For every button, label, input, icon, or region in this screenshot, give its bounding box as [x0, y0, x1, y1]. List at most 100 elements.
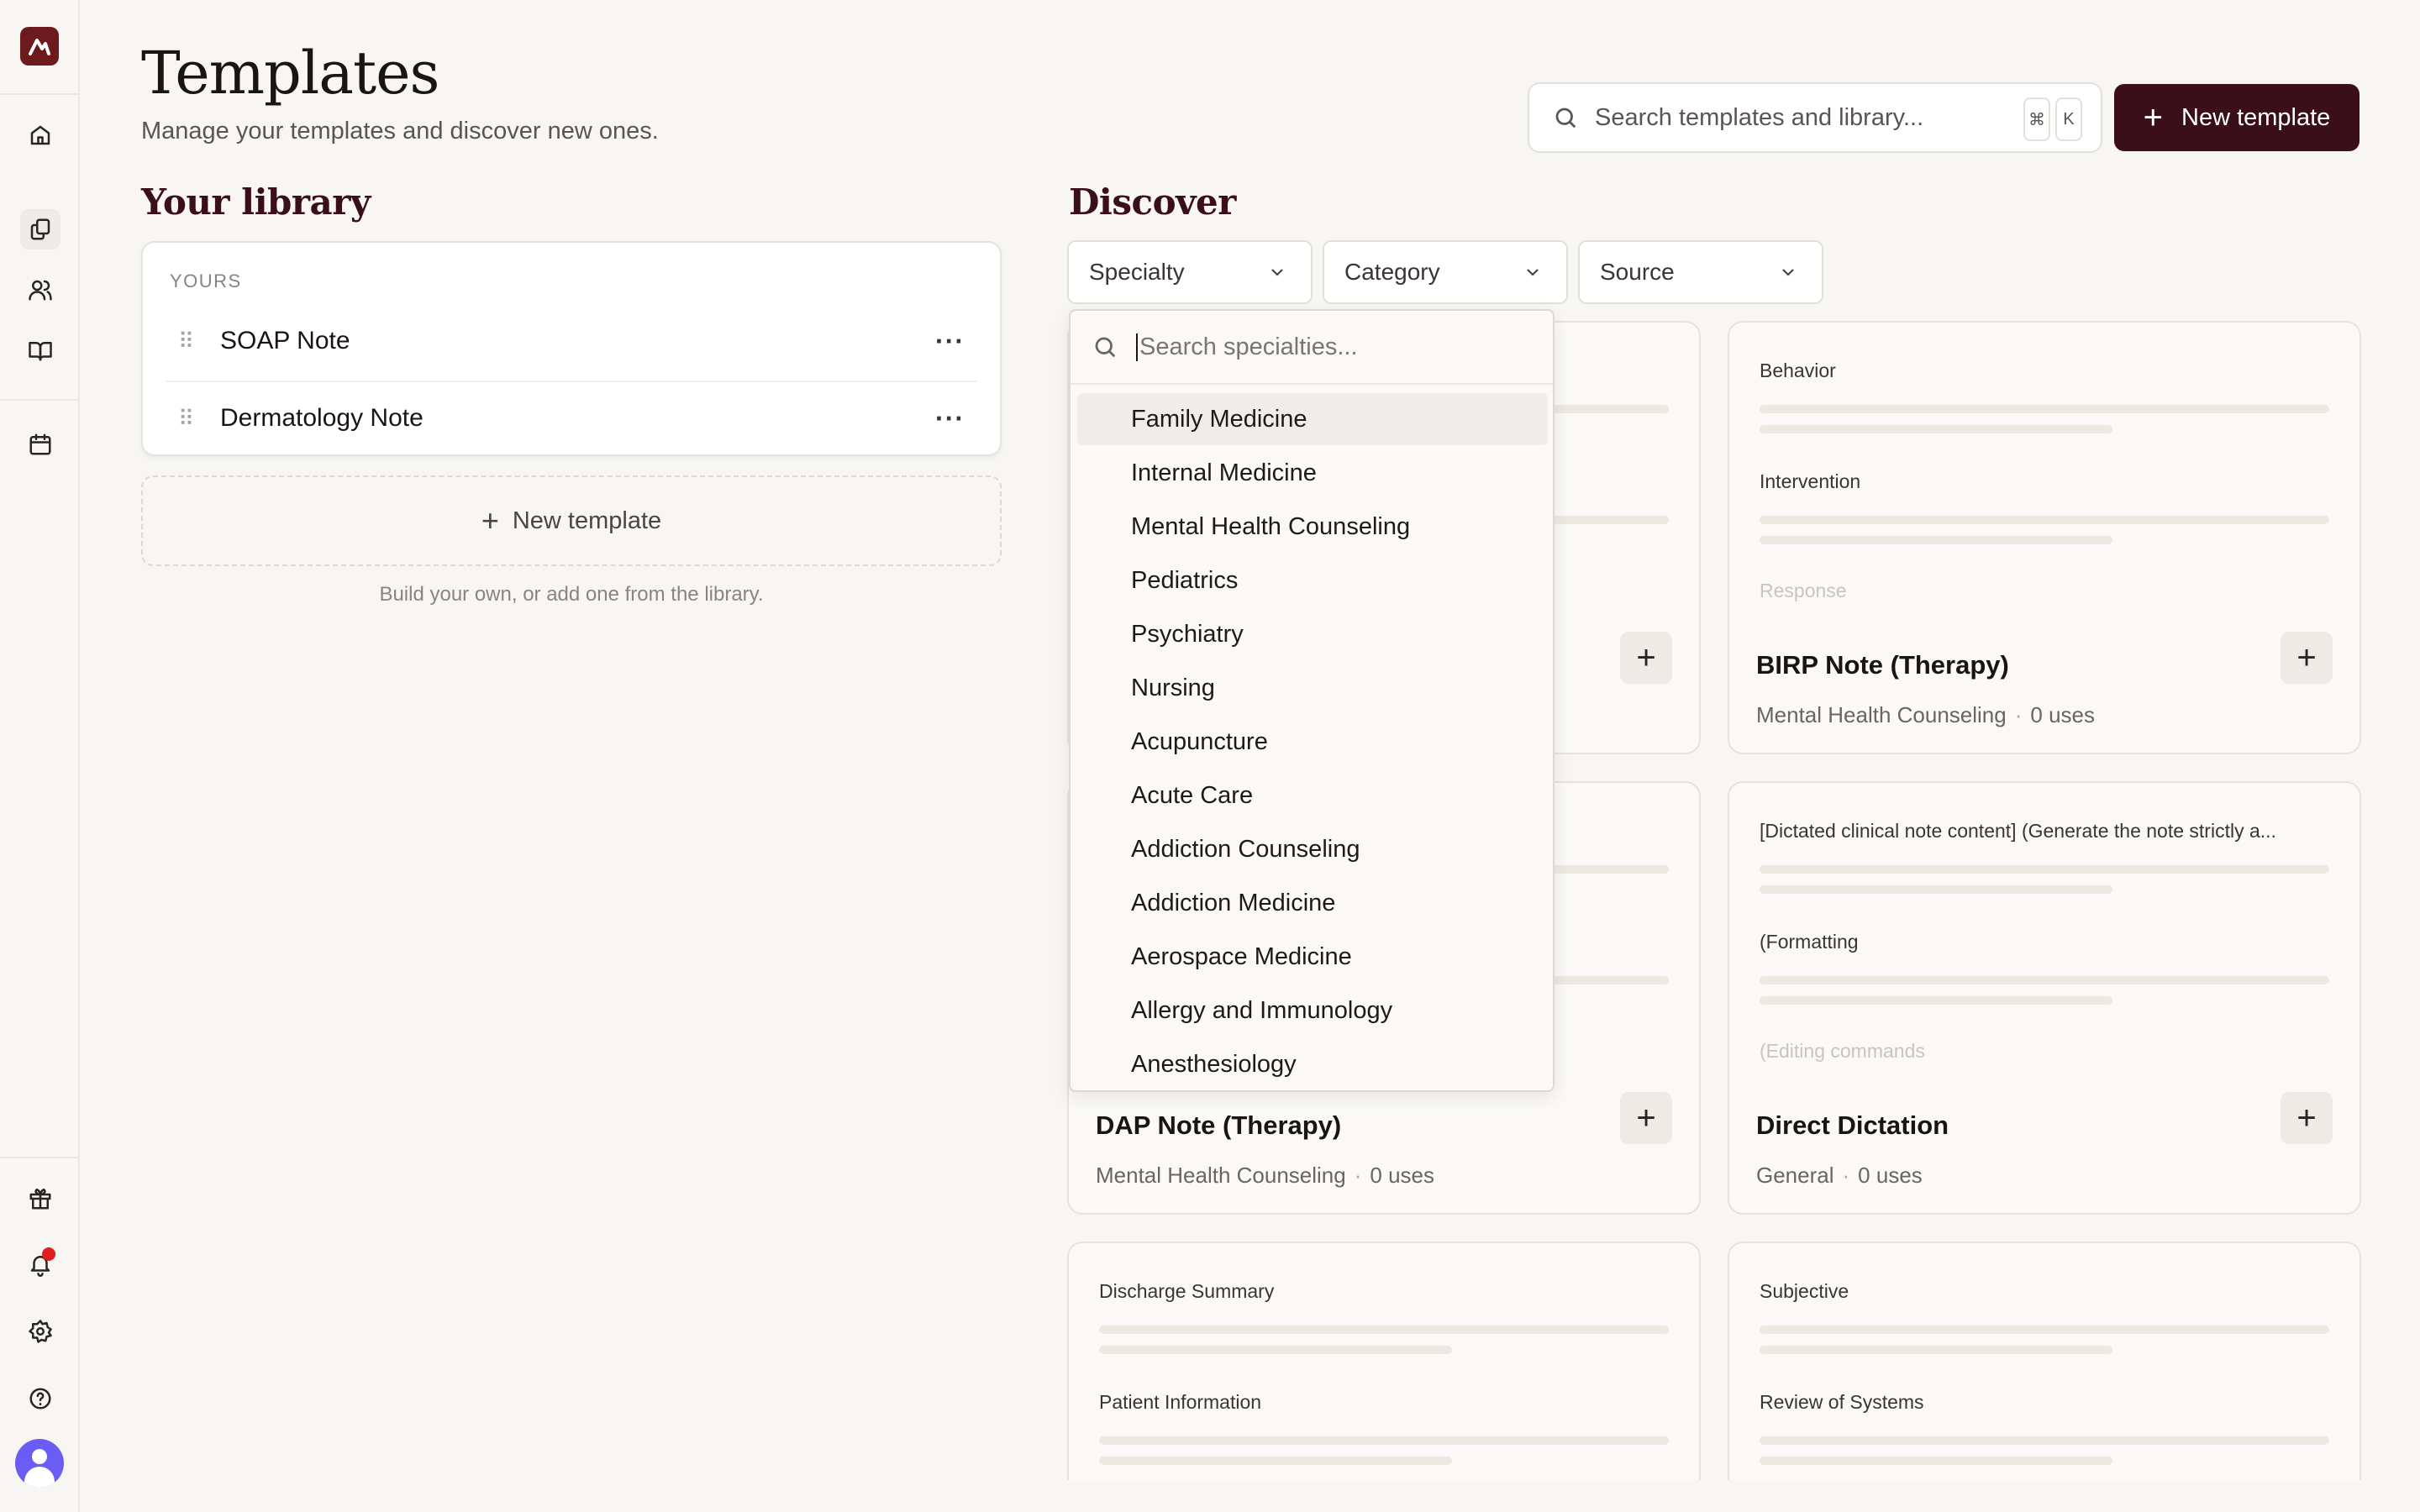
discover-title: Discover — [1069, 181, 1236, 223]
preview-line — [1760, 536, 2112, 544]
nav-patients[interactable] — [20, 270, 60, 310]
template-specialty: Mental Health Counseling — [1096, 1163, 1346, 1188]
template-card-title: Direct Dictation — [1756, 1110, 1949, 1140]
plus-icon: + — [2143, 99, 2164, 136]
preview-line — [1099, 1457, 1452, 1465]
category-filter-label: Category — [1344, 259, 1440, 285]
specialty-option[interactable]: Allergy and Immunology — [1077, 984, 1548, 1037]
more-options-icon[interactable]: ··· — [935, 403, 965, 434]
avatar-head-shape — [32, 1449, 47, 1464]
page-title: Templates — [141, 39, 439, 108]
nav-library[interactable] — [20, 330, 60, 370]
add-template-button[interactable]: + — [2281, 632, 2333, 684]
drag-handle-icon[interactable]: ⠿ — [178, 406, 194, 432]
library-item[interactable]: ⠿ SOAP Note ··· — [143, 303, 1000, 379]
shortcut-key-k: K — [2055, 97, 2082, 141]
library-book-icon — [29, 342, 52, 361]
specialty-option[interactable]: Acute Care — [1077, 769, 1548, 822]
template-card-title: BIRP Note (Therapy) — [1756, 650, 2009, 680]
add-template-button[interactable]: + — [2281, 1092, 2333, 1144]
sidebar-divider — [0, 93, 80, 95]
nav-templates[interactable] — [20, 209, 60, 249]
specialty-option[interactable]: Addiction Counseling — [1077, 823, 1548, 875]
library-hint: Build your own, or add one from the libr… — [379, 583, 764, 606]
source-filter[interactable]: Source — [1578, 240, 1823, 304]
patients-icon — [29, 280, 52, 301]
calendar-icon — [29, 433, 51, 455]
preview-line — [1099, 1346, 1452, 1354]
preview-line — [1760, 1346, 2112, 1354]
specialty-option[interactable]: Psychiatry — [1077, 608, 1548, 660]
specialty-filter[interactable]: Specialty — [1067, 240, 1313, 304]
shortcut-key-cmd: ⌘ — [2023, 97, 2050, 141]
library-item[interactable]: ⠿ Dermatology Note ··· — [143, 381, 1000, 456]
template-uses: 0 uses — [1370, 1163, 1435, 1188]
page-subtitle: Manage your templates and discover new o… — [141, 118, 659, 144]
add-template-button[interactable]: + — [1620, 1092, 1672, 1144]
avatar-body-shape — [24, 1467, 55, 1488]
home-icon — [30, 125, 50, 145]
nav-help[interactable] — [20, 1378, 60, 1419]
chevron-down-icon — [1782, 269, 1794, 276]
specialty-option[interactable]: Anesthesiology — [1077, 1038, 1548, 1090]
global-search-input[interactable]: Search templates and library... ⌘ K — [1528, 82, 2102, 153]
specialty-option[interactable]: Pediatrics — [1077, 554, 1548, 606]
template-card[interactable]: [Dictated clinical note content] (Genera… — [1728, 781, 2361, 1215]
add-template-button[interactable]: + — [1620, 632, 1672, 684]
nav-notifications[interactable] — [20, 1244, 60, 1284]
nav-settings[interactable] — [20, 1311, 60, 1352]
preview-section-heading: Intervention — [1760, 470, 1861, 492]
new-template-button-label: New template — [2181, 103, 2331, 131]
nav-home[interactable] — [20, 115, 60, 155]
specialty-filter-label: Specialty — [1089, 259, 1185, 285]
drag-handle-icon[interactable]: ⠿ — [178, 328, 194, 354]
more-options-icon[interactable]: ··· — [935, 326, 965, 357]
library-new-template-button[interactable]: + New template — [141, 475, 1002, 566]
preview-line — [1760, 1457, 2112, 1465]
preview-section-heading: Patient Information — [1099, 1391, 1262, 1413]
specialty-option[interactable]: Mental Health Counseling — [1077, 501, 1548, 553]
template-uses: 0 uses — [2030, 702, 2096, 727]
library-new-template-label: New template — [512, 507, 662, 534]
library-title: Your library — [141, 181, 371, 223]
preview-section-heading: [Dictated clinical note content] (Genera… — [1760, 820, 2276, 842]
template-card-meta: Mental Health Counseling · 0 uses — [1096, 1163, 1435, 1188]
preview-line — [1099, 1436, 1669, 1445]
gift-icon — [29, 1189, 51, 1210]
preview-line — [1760, 425, 2112, 433]
template-card[interactable]: Discharge Summary Patient Information — [1067, 1242, 1701, 1512]
user-avatar[interactable] — [15, 1439, 64, 1488]
specialty-option[interactable]: Family Medicine — [1077, 393, 1548, 445]
category-filter[interactable]: Category — [1323, 240, 1568, 304]
preview-section-heading: Subjective — [1760, 1280, 1849, 1302]
specialty-option[interactable]: Aerospace Medicine — [1077, 931, 1548, 983]
library-group-label: YOURS — [170, 270, 242, 291]
specialty-option[interactable]: Addiction Medicine — [1077, 877, 1548, 929]
preview-line — [1099, 1326, 1669, 1334]
nav-calendar[interactable] — [20, 424, 60, 465]
preview-section-heading: (Editing commands — [1760, 1040, 1925, 1062]
template-card[interactable]: Subjective Review of Systems — [1728, 1242, 2361, 1512]
specialty-option[interactable]: Acupuncture — [1077, 716, 1548, 768]
preview-section-heading: (Formatting — [1760, 931, 1859, 953]
preview-line — [1760, 1436, 2329, 1445]
library-item-name: Dermatology Note — [220, 404, 424, 432]
preview-line — [1760, 996, 2112, 1005]
specialty-option[interactable]: Internal Medicine — [1077, 447, 1548, 499]
specialty-search-input[interactable]: Search specialties... — [1071, 311, 1553, 385]
chevron-down-icon — [1271, 269, 1283, 276]
app-logo[interactable] — [20, 27, 59, 66]
preview-section-heading: Discharge Summary — [1099, 1280, 1275, 1302]
scroll-edge — [82, 1480, 2420, 1512]
new-template-button[interactable]: + New template — [2114, 84, 2360, 151]
sidebar — [0, 0, 80, 1512]
sidebar-divider — [0, 399, 80, 401]
sidebar-divider — [0, 1157, 80, 1158]
nav-gift[interactable] — [20, 1179, 60, 1219]
template-card[interactable]: Behavior Intervention Response BIRP Note… — [1728, 321, 2361, 754]
template-specialty: Mental Health Counseling — [1756, 702, 2007, 727]
specialty-option[interactable]: Nursing — [1077, 662, 1548, 714]
preview-section-heading: Behavior — [1760, 360, 1836, 381]
specialty-dropdown: Search specialties... Family Medicine In… — [1069, 309, 1555, 1092]
preview-line — [1760, 516, 2329, 524]
